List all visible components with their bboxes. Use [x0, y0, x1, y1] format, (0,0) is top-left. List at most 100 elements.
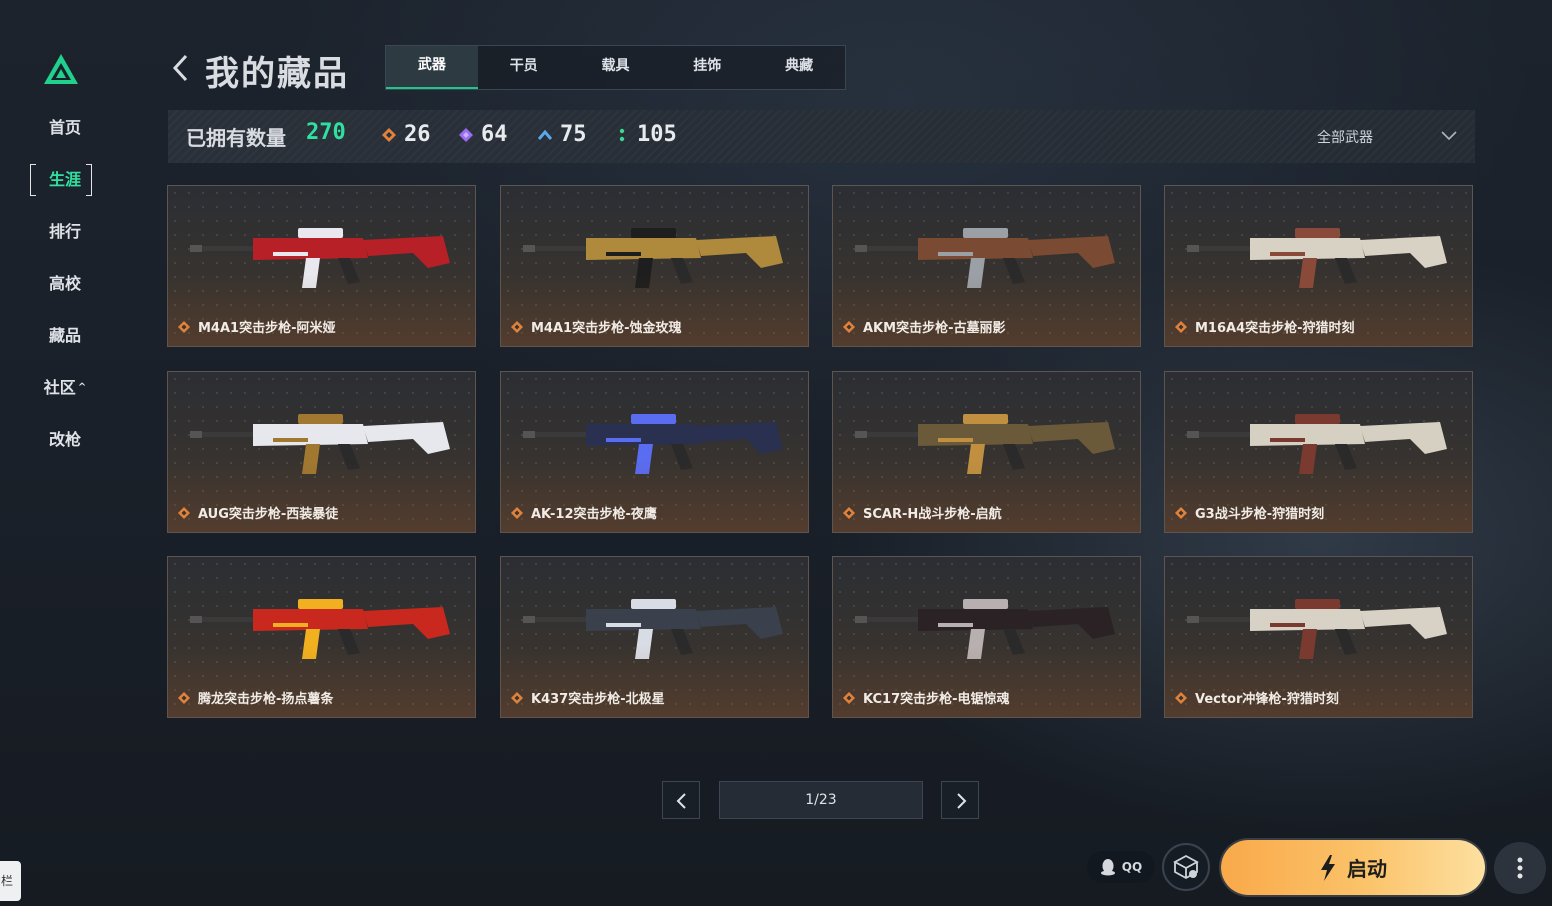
nav-label: 高校 [48, 274, 81, 293]
purple-diamond-icon [459, 127, 473, 142]
nav-item-community[interactable]: 社区 ^ [30, 372, 100, 404]
weapon-label: AK-12突击步枪-夜鹰 [511, 503, 657, 522]
blue-chevron-icon [538, 129, 552, 140]
tab-operators[interactable]: 干员 [478, 46, 570, 89]
owned-label: 已拥有数量 [186, 126, 286, 150]
back-chevron-icon[interactable] [170, 52, 192, 84]
weapon-label: Vector冲锋枪-狩猎时刻 [1175, 688, 1339, 707]
weapon-name: G3战斗步枪-狩猎时刻 [1195, 507, 1325, 522]
weapon-card[interactable]: M4A1突击步枪-阿米娅 [167, 185, 476, 347]
nav-item-ranking[interactable]: 排行 [30, 216, 100, 248]
weapon-name: AKM突击步枪-古墓丽影 [863, 321, 1006, 336]
nav-label: 改枪 [48, 430, 81, 449]
weapon-image [190, 228, 450, 288]
tab-collections[interactable]: 典藏 [753, 46, 845, 89]
weapon-card[interactable]: G3战斗步枪-狩猎时刻 [1164, 371, 1473, 533]
weapon-card[interactable]: M16A4突击步枪-狩猎时刻 [1164, 185, 1473, 347]
weapon-name: Vector冲锋枪-狩猎时刻 [1195, 692, 1339, 707]
weapon-image [1187, 228, 1447, 288]
rarity-orange: 26 [382, 122, 431, 147]
orange-diamond-icon [843, 320, 855, 333]
orange-diamond-icon [178, 506, 190, 519]
nav-item-gunsmith[interactable]: 改枪 [30, 424, 100, 456]
category-tabs: 武器 干员 载具 挂饰 典藏 [385, 45, 846, 90]
weapon-label: M4A1突击步枪-阿米娅 [178, 317, 335, 336]
orange-diamond-icon [1175, 691, 1187, 704]
weapon-card[interactable]: 腾龙突击步枪-扬点薯条 [167, 556, 476, 718]
weapon-label: M16A4突击步枪-狩猎时刻 [1175, 317, 1355, 336]
weapon-card[interactable]: K437突击步枪-北极星 [500, 556, 809, 718]
more-vertical-icon [1517, 857, 1523, 879]
qq-label: QQ [1121, 860, 1143, 874]
weapon-card[interactable]: Vector冲锋枪-狩猎时刻 [1164, 556, 1473, 718]
weapon-name: AK-12突击步枪-夜鹰 [531, 507, 657, 522]
chevron-down-icon [1441, 131, 1457, 141]
weapon-card[interactable]: SCAR-H战斗步枪-启航 [832, 371, 1141, 533]
nav-item-career[interactable]: 生涯 [30, 164, 100, 196]
page-title: 我的藏品 [205, 54, 349, 94]
caret-up-icon: ^ [77, 382, 87, 393]
weapon-name: SCAR-H战斗步枪-启航 [863, 507, 1002, 522]
chevron-left-icon [676, 793, 686, 809]
weapon-image [190, 414, 450, 474]
weapon-image [190, 599, 450, 659]
app-logo-icon [44, 54, 78, 84]
qq-login-button[interactable]: QQ [1087, 851, 1155, 883]
orange-diamond-icon [382, 127, 396, 142]
nav-label: 藏品 [48, 326, 81, 345]
weapon-name: KC17突击步枪-电锯惊魂 [863, 692, 1010, 707]
weapon-image [855, 414, 1115, 474]
orange-diamond-icon [178, 320, 190, 333]
weapon-image [523, 228, 783, 288]
launch-button[interactable]: 启动 [1221, 840, 1485, 895]
weapon-image [1187, 599, 1447, 659]
nav-item-collection[interactable]: 藏品 [30, 320, 100, 352]
weapon-label: 腾龙突击步枪-扬点薯条 [178, 688, 333, 707]
weapon-label: SCAR-H战斗步枪-启航 [843, 503, 1002, 522]
tab-weapons[interactable]: 武器 [386, 46, 478, 89]
weapon-card[interactable]: AUG突击步枪-西装暴徒 [167, 371, 476, 533]
weapon-name: AUG突击步枪-西装暴徒 [198, 507, 339, 522]
prev-page-button[interactable] [662, 781, 700, 819]
orange-diamond-icon [178, 691, 190, 704]
weapon-label: M4A1突击步枪-蚀金玫瑰 [511, 317, 681, 336]
weapon-name: M4A1突击步枪-阿米娅 [198, 321, 336, 336]
page-indicator: 1/23 [719, 781, 923, 819]
green-dots-icon [619, 128, 625, 141]
weapon-card[interactable]: M4A1突击步枪-蚀金玫瑰 [500, 185, 809, 347]
nav-item-college[interactable]: 高校 [30, 268, 100, 300]
weapon-image [855, 228, 1115, 288]
weapon-label: AUG突击步枪-西装暴徒 [178, 503, 338, 522]
rarity-blue: 75 [538, 122, 587, 147]
weapon-card[interactable]: KC17突击步枪-电锯惊魂 [832, 556, 1141, 718]
owned-count: 270 [306, 120, 346, 145]
weapon-image [855, 599, 1115, 659]
tab-vehicles[interactable]: 载具 [570, 46, 662, 89]
nav-label: 生涯 [48, 170, 81, 189]
rarity-count: 75 [560, 122, 587, 147]
orange-diamond-icon [511, 320, 523, 333]
weapon-label: G3战斗步枪-狩猎时刻 [1175, 503, 1324, 522]
weapon-label: AKM突击步枪-古墓丽影 [843, 317, 1005, 336]
lightning-icon [1321, 854, 1335, 881]
weapon-name: M4A1突击步枪-蚀金玫瑰 [531, 321, 682, 336]
weapon-filter-dropdown[interactable]: 全部武器 [1317, 124, 1457, 150]
rarity-count: 105 [637, 122, 677, 147]
rarity-count: 26 [404, 122, 431, 147]
weapon-card[interactable]: AKM突击步枪-古墓丽影 [832, 185, 1141, 347]
tab-charms[interactable]: 挂饰 [661, 46, 753, 89]
weapon-image [523, 599, 783, 659]
weapon-card[interactable]: AK-12突击步枪-夜鹰 [500, 371, 809, 533]
crate-button[interactable] [1162, 843, 1210, 891]
orange-diamond-icon [1175, 320, 1187, 333]
weapon-name: 腾龙突击步枪-扬点薯条 [198, 692, 334, 707]
more-menu-button[interactable] [1494, 842, 1546, 894]
rarity-purple: 64 [459, 122, 508, 147]
next-page-button[interactable] [941, 781, 979, 819]
side-panel-tab[interactable]: 栏 [0, 861, 21, 901]
weapon-name: M16A4突击步枪-狩猎时刻 [1195, 321, 1355, 336]
weapon-name: K437突击步枪-北极星 [531, 692, 665, 707]
nav-label: 排行 [48, 222, 81, 241]
nav-label: 首页 [48, 118, 81, 137]
nav-item-home[interactable]: 首页 [30, 112, 100, 144]
